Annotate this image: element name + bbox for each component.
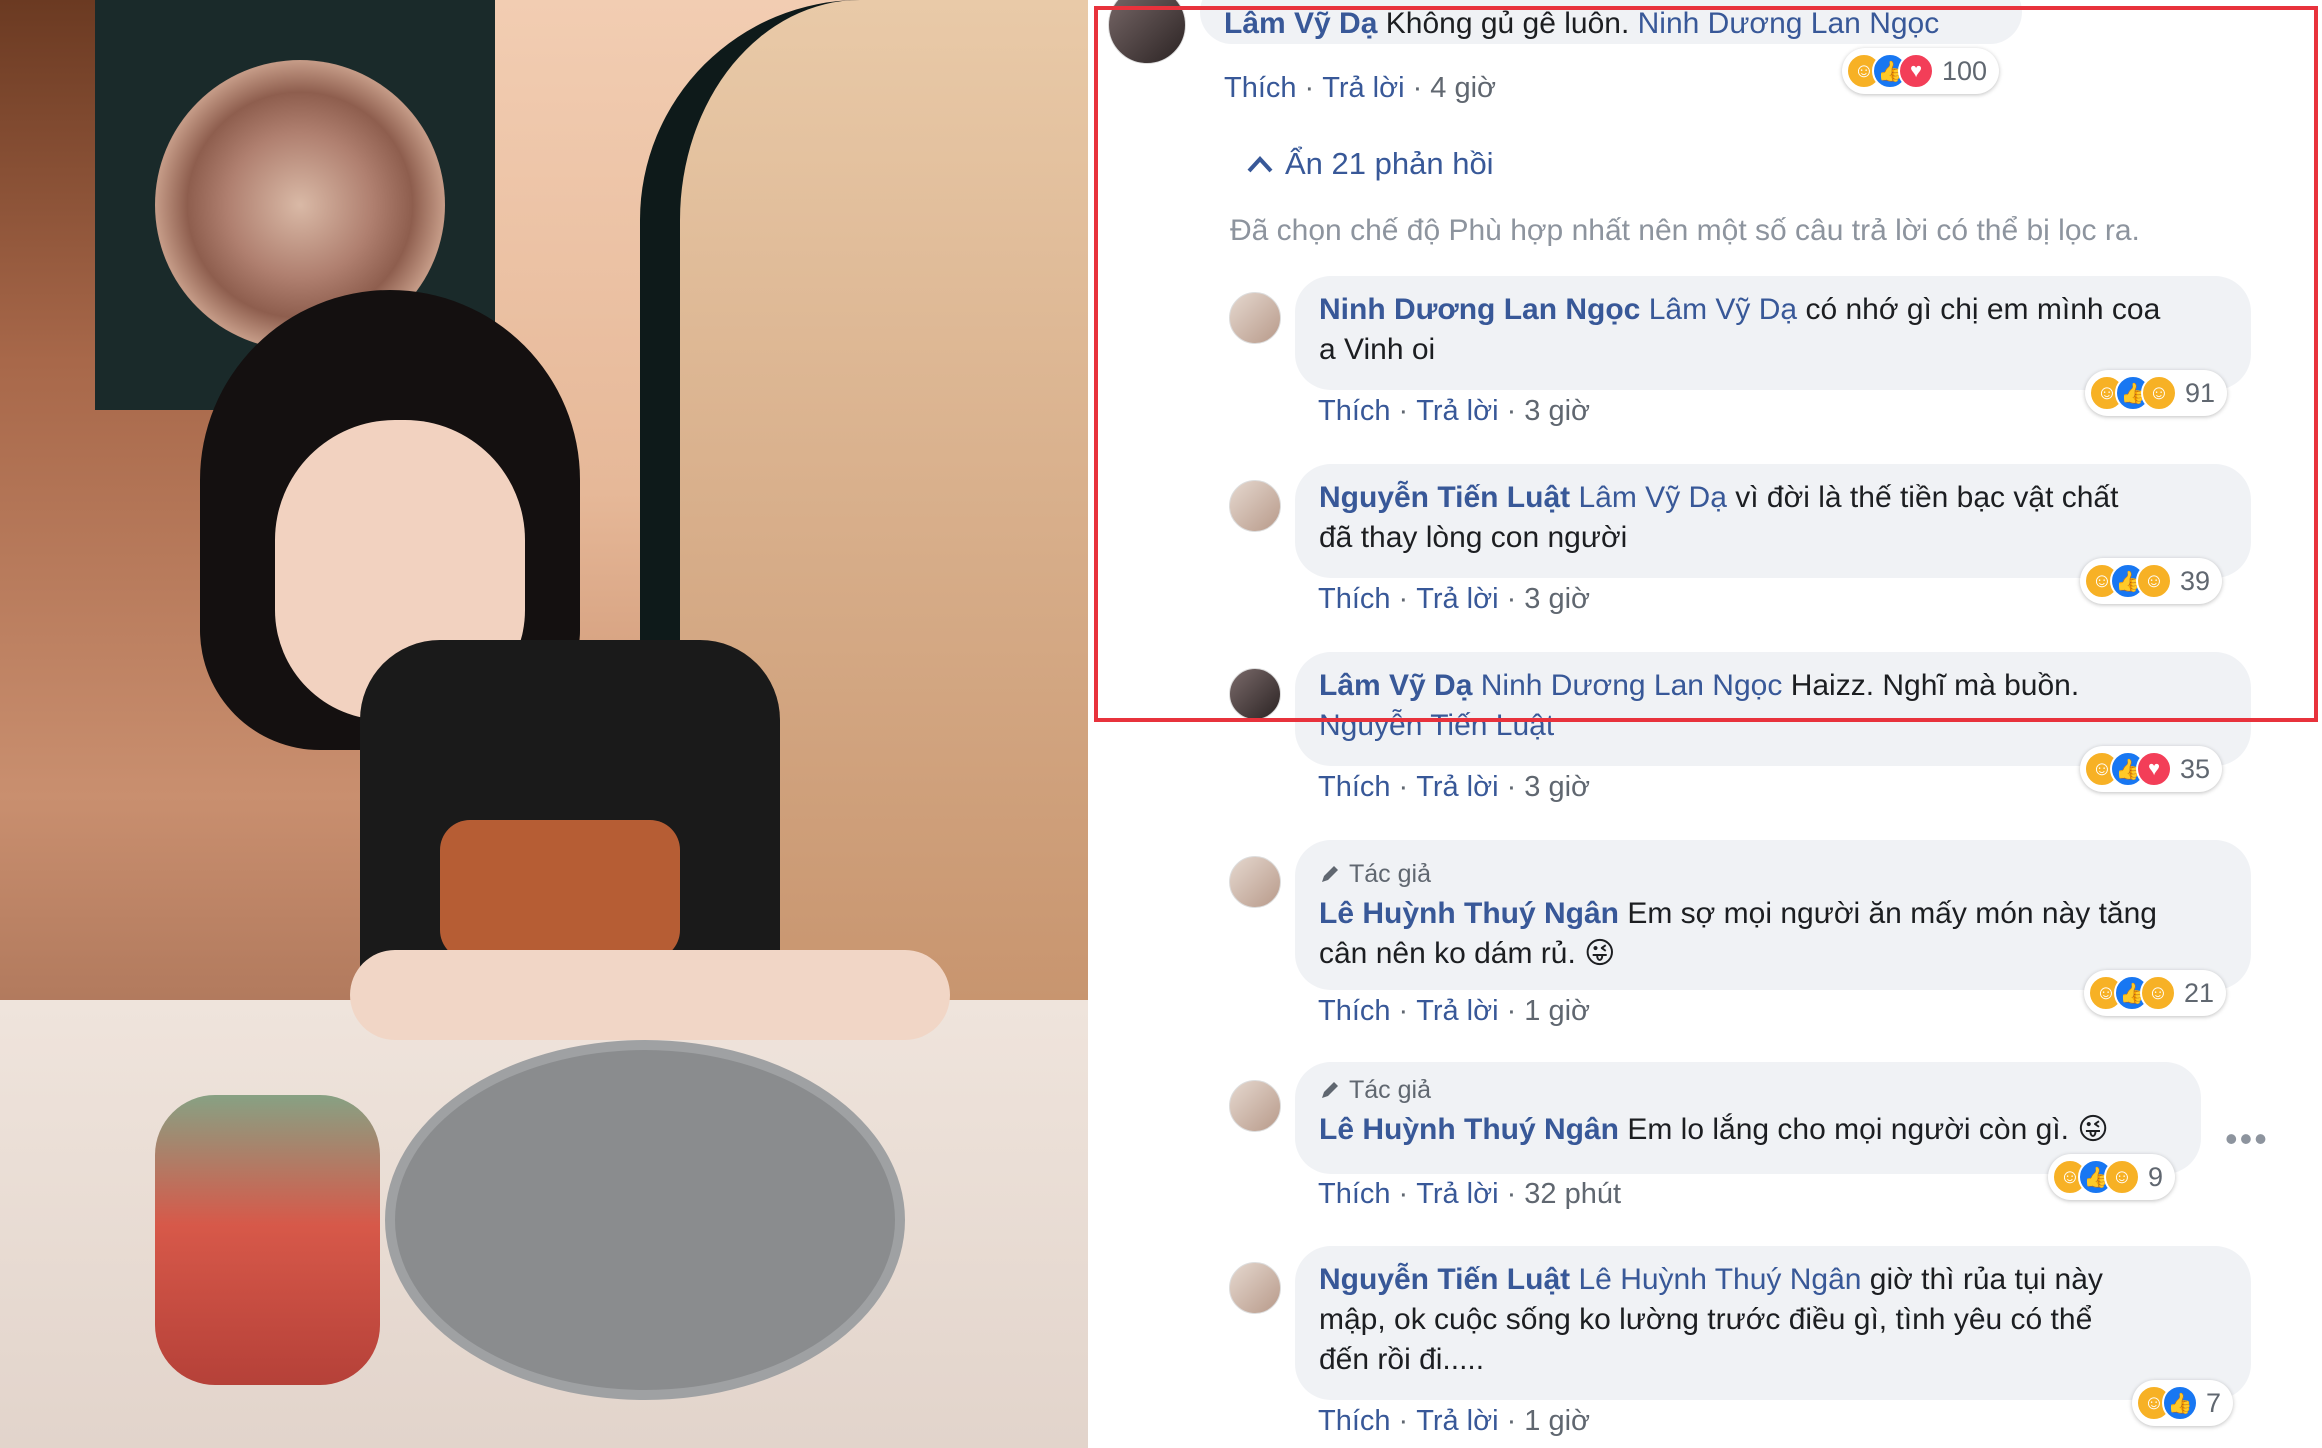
reaction-summary[interactable]: ☺ 👍 7 [2132, 1380, 2234, 1426]
photo-drink-jar [155, 1095, 380, 1385]
reply-time[interactable]: 3 giờ [1524, 583, 1590, 615]
reply-text: giờ thì rủa tụi này [1869, 1263, 2103, 1296]
reaction-count: 7 [2206, 1387, 2222, 1418]
reaction-summary[interactable]: ☺ 👍 ☺ 39 [2080, 558, 2223, 604]
author-tag: Tác giả [1319, 1070, 2177, 1110]
reply-time[interactable]: 3 giờ [1524, 771, 1590, 803]
like-button[interactable]: Thích [1318, 1405, 1391, 1437]
care-icon: ☺ [2104, 1159, 2140, 1195]
filter-notice: Đã chọn chế độ Phù hợp nhất nên một số c… [1230, 214, 2140, 247]
like-button[interactable]: Thích [1318, 583, 1391, 615]
avatar[interactable] [1229, 292, 1281, 344]
reply-mention[interactable]: Ninh Dương Lan Ngọc [1481, 669, 1783, 702]
reaction-summary[interactable]: ☺ 👍 ♥ 35 [2080, 746, 2223, 792]
reply-text: Em sợ mọi người ăn mấy món này tăng [1627, 897, 2157, 930]
reply-button[interactable]: Trả lời [1416, 583, 1498, 615]
reply-bubble: Nguyễn Tiến Luật Lê Huỳnh Thuý Ngân giờ … [1295, 1246, 2251, 1400]
comment-actions: Thích · Trả lời · 4 giờ [1224, 72, 1497, 104]
reaction-summary[interactable]: ☺ 👍 ♥ 100 [1842, 48, 2000, 94]
reaction-summary[interactable]: ☺ 👍 ☺ 9 [2048, 1154, 2176, 1200]
avatar[interactable] [1229, 1080, 1281, 1132]
like-button[interactable]: Thích [1318, 995, 1391, 1027]
reply-button[interactable]: Trả lời [1416, 771, 1498, 803]
hide-replies-label: Ẩn 21 phản hồi [1285, 146, 1494, 181]
reply-time[interactable]: 32 phút [1524, 1178, 1621, 1210]
reply-actions: Thích · Trả lời · 3 giờ [1318, 583, 1591, 615]
author-tag-label: Tác giả [1349, 860, 1431, 888]
like-button[interactable]: Thích [1318, 1178, 1391, 1210]
comment-bubble: Lâm Vỹ Dạ Không gủ gê luôn. Ninh Dương L… [1200, 0, 2022, 44]
reaction-summary[interactable]: ☺ 👍 ☺ 91 [2085, 370, 2228, 416]
reply-button[interactable]: Trả lời [1416, 1178, 1498, 1210]
care-icon: ☺ [2141, 375, 2177, 411]
reaction-count: 100 [1942, 55, 1988, 86]
reply-time[interactable]: 1 giờ [1524, 1405, 1590, 1437]
reaction-count: 39 [2180, 565, 2211, 596]
reply-text: vì đời là thế tiền bạc vật chất [1735, 481, 2119, 514]
reaction-count: 35 [2180, 753, 2211, 784]
reply-bubble: Tác giả Lê Huỳnh Thuý Ngân Em sợ mọi ngư… [1295, 840, 2251, 990]
love-icon: ♥ [1898, 53, 1934, 89]
reply-actions: Thích · Trả lời · 3 giờ [1318, 771, 1591, 803]
reply-button[interactable]: Trả lời [1416, 1405, 1498, 1437]
reply-text: Em lo lắng cho mọi người còn gì. 😜 [1627, 1113, 2109, 1146]
reply-text: cân nên ko dám rủ. 😜 [1319, 937, 1616, 970]
reply-time[interactable]: 1 giờ [1524, 995, 1590, 1027]
love-icon: ♥ [2136, 751, 2172, 787]
reaction-count: 9 [2148, 1161, 2164, 1192]
reply-button[interactable]: Trả lời [1416, 395, 1498, 427]
reply-actions: Thích · Trả lời · 1 giờ [1318, 995, 1591, 1027]
reaction-summary[interactable]: ☺ 👍 ☺ 21 [2084, 970, 2227, 1016]
reply-author[interactable]: Nguyễn Tiến Luật [1319, 481, 1570, 514]
reply-author[interactable]: Lê Huỳnh Thuý Ngân [1319, 897, 1619, 930]
comment-text: Không gủ gê luôn. [1385, 7, 1630, 40]
reply-actions: Thích · Trả lời · 1 giờ [1318, 1405, 1591, 1437]
hide-replies-button[interactable]: Ẩn 21 phản hồi [1247, 146, 1494, 182]
reply-button[interactable]: Trả lời [1416, 995, 1498, 1027]
reply-mention[interactable]: Nguyễn Tiến Luật [1319, 709, 1554, 742]
reply-text: Haizz. Nghĩ mà buồn. [1790, 669, 2080, 702]
photo-food-plate [385, 1040, 905, 1400]
reply-author[interactable]: Lâm Vỹ Dạ [1319, 669, 1472, 702]
reply-author[interactable]: Lê Huỳnh Thuý Ngân [1319, 1113, 1619, 1146]
comment-mention[interactable]: Ninh Dương Lan Ngọc [1638, 7, 1940, 40]
comment-time[interactable]: 4 giờ [1430, 72, 1496, 104]
reply-text: mập, ok cuộc sống ko lường trước điều gì… [1319, 1303, 2093, 1336]
pencil-icon [1322, 866, 1338, 882]
reply-mention[interactable]: Lâm Vỹ Dạ [1578, 481, 1726, 514]
reply-text: đã thay lòng con người [1319, 521, 1628, 554]
reaction-count: 91 [2185, 377, 2216, 408]
avatar[interactable] [1229, 856, 1281, 908]
avatar[interactable] [1229, 668, 1281, 720]
reaction-count: 21 [2184, 977, 2215, 1008]
reply-mention[interactable]: Lê Huỳnh Thuý Ngân [1578, 1263, 1861, 1296]
chevron-up-icon [1247, 156, 1273, 173]
reply-text: có nhớ gì chị em mình coa [1805, 293, 2161, 326]
author-tag: Tác giả [1319, 854, 2227, 894]
like-button[interactable]: Thích [1318, 771, 1391, 803]
post-photo[interactable] [0, 0, 1088, 1448]
avatar[interactable] [1229, 1262, 1281, 1314]
reply-author[interactable]: Nguyễn Tiến Luật [1319, 1263, 1570, 1296]
reply-time[interactable]: 3 giờ [1524, 395, 1590, 427]
author-tag-label: Tác giả [1349, 1076, 1431, 1104]
reply-author[interactable]: Ninh Dương Lan Ngọc [1319, 293, 1640, 326]
pencil-icon [1322, 1082, 1338, 1098]
reply-actions: Thích · Trả lời · 32 phút [1318, 1178, 1622, 1210]
reply-text: a Vinh oi [1319, 333, 1436, 366]
photo-person-arm [350, 950, 950, 1040]
care-icon: ☺ [2140, 975, 2176, 1011]
like-icon: 👍 [2162, 1385, 2198, 1421]
reply-text: đến rồi đi..... [1319, 1343, 1485, 1376]
reply-mention[interactable]: Lâm Vỹ Dạ [1649, 293, 1797, 326]
reply-actions: Thích · Trả lời · 3 giờ [1318, 395, 1591, 427]
reply-button[interactable]: Trả lời [1322, 72, 1404, 104]
avatar[interactable] [1229, 480, 1281, 532]
more-options-icon[interactable]: ••• [2225, 1118, 2269, 1160]
photo-shirt-logo [440, 820, 680, 960]
care-icon: ☺ [2136, 563, 2172, 599]
like-button[interactable]: Thích [1318, 395, 1391, 427]
comment-author[interactable]: Lâm Vỹ Dạ [1224, 7, 1377, 40]
like-button[interactable]: Thích [1224, 72, 1297, 104]
